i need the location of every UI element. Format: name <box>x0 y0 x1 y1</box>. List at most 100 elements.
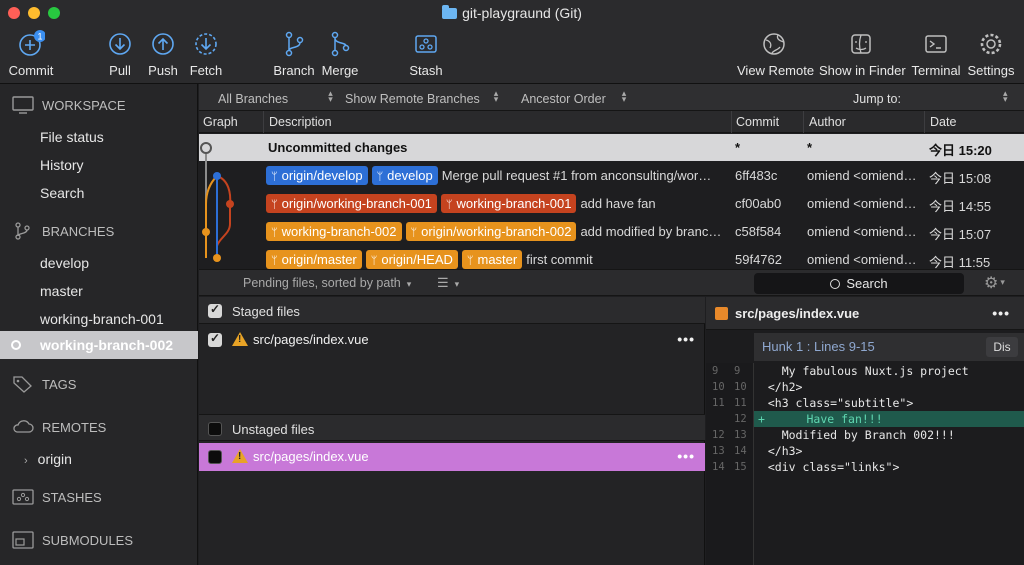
branch-tag[interactable]: ᛘ origin/HEAD <box>365 250 458 269</box>
fetch-button[interactable]: Fetch <box>188 30 224 78</box>
sidebar-item-develop[interactable]: develop <box>40 255 89 271</box>
branch-icon: ᛘ <box>271 171 278 183</box>
column-date[interactable]: Date <box>930 115 956 129</box>
new-line-number: 15 <box>734 461 747 473</box>
order-select[interactable]: Ancestor Order ▴ ▾ <box>521 89 626 107</box>
more-options-icon[interactable]: ••• <box>992 305 1010 321</box>
commit-date: 今日 15:07 <box>929 227 992 242</box>
remote-branches-select[interactable]: Show Remote Branches ▴ ▾ <box>345 88 499 107</box>
branch-tag[interactable]: ᛘ develop <box>371 166 438 185</box>
commit-description: first commit <box>526 252 593 267</box>
sidebar-item-history[interactable]: History <box>40 157 84 173</box>
sidebar-section-stashes[interactable]: STASHES <box>12 488 102 506</box>
commit-author: omiend <omiend… <box>807 224 917 239</box>
column-commit[interactable]: Commit <box>736 115 779 129</box>
view-remote-button[interactable]: View Remote <box>737 30 814 78</box>
stash-icon <box>12 489 34 505</box>
branch-tag[interactable]: ᛘ origin/working-branch-002 <box>405 222 577 241</box>
new-line-number: 9 <box>734 365 741 377</box>
diff-line: My fabulous Nuxt.js project <box>754 364 969 378</box>
sidebar-section-workspace[interactable]: WORKSPACE <box>12 96 126 114</box>
graph-node <box>202 228 210 236</box>
options-menu[interactable]: ⚙ ▾ <box>984 273 1005 293</box>
stash-icon <box>415 35 437 53</box>
jump-to-select[interactable]: Jump to: ▴ ▾ <box>853 89 1007 107</box>
sidebar-section-submodules[interactable]: SUBMODULES <box>12 531 133 549</box>
sidebar-item-working-branch-002[interactable]: working-branch-002 <box>0 331 198 359</box>
branch-tag[interactable]: ᛘ origin/master <box>266 250 362 269</box>
branch-tag[interactable]: ᛘ origin/develop <box>266 166 368 185</box>
gear-icon <box>980 33 1002 55</box>
more-options-icon[interactable]: ••• <box>677 331 695 347</box>
search-input[interactable]: Search <box>754 273 964 294</box>
commit-row-uncommitted[interactable]: Uncommitted changes * * 今日 15:20 <box>199 134 1024 161</box>
discard-hunk-button[interactable]: Dis <box>986 337 1018 357</box>
column-graph[interactable]: Graph <box>203 115 238 129</box>
finder-icon <box>851 34 871 54</box>
updown-chevron-icon: ▴ ▾ <box>493 88 499 104</box>
pull-button[interactable]: Pull <box>104 30 136 78</box>
old-line-number: 10 <box>712 381 725 393</box>
push-button[interactable]: Push <box>147 30 179 78</box>
terminal-button[interactable]: Terminal <box>910 30 962 78</box>
sidebar-item-search[interactable]: Search <box>40 185 84 201</box>
chevron-down-icon: ▾ <box>406 279 412 289</box>
branches-filter-select[interactable]: All Branches ▴ ▾ <box>218 89 333 107</box>
search-icon <box>830 279 841 289</box>
commit-row[interactable]: ᛘ working-branch-002 ᛘ origin/working-branc… <box>199 218 1024 245</box>
graph-node-uncommitted <box>200 142 212 154</box>
sidebar-item-origin[interactable]: › origin <box>24 451 72 467</box>
sidebar-item-working-branch-001[interactable]: working-branch-001 <box>40 311 164 327</box>
unstaged-files-header: Unstaged files <box>199 414 705 441</box>
diff-line-added: + Have fan!!! <box>754 411 1024 427</box>
file-status-pane: Staged files src/pages/index.vue ••• Uns… <box>199 297 705 565</box>
commit-button[interactable]: 1 Commit <box>8 30 54 78</box>
commit-description: add have fan <box>580 196 656 211</box>
cloud-icon <box>13 420 34 433</box>
unstaged-file-row[interactable]: src/pages/index.vue ••• <box>199 443 705 471</box>
toolbar: git-playgraund (Git) 1 Commit Pull Push … <box>0 0 1024 84</box>
branch-icon: ᛘ <box>376 171 384 183</box>
settings-button[interactable]: Settings <box>967 30 1015 78</box>
pending-sort-select[interactable]: Pending files, sorted by path ▾ <box>243 276 411 290</box>
pull-icon <box>109 33 131 55</box>
branch-tag[interactable]: ᛘ working-branch-001 <box>440 194 577 213</box>
branch-tag[interactable]: ᛘ master <box>461 250 523 269</box>
new-line-number: 11 <box>734 397 747 409</box>
show-in-finder-button[interactable]: Show in Finder <box>819 30 906 78</box>
commit-row[interactable]: ᛘ origin/develop ᛘ develop Merge pull reques… <box>199 162 1024 189</box>
staged-file-checkbox[interactable] <box>208 331 222 347</box>
staged-all-checkbox[interactable] <box>208 302 222 318</box>
sidebar-item-file-status[interactable]: File status <box>40 129 104 145</box>
file-path: src/pages/index.vue <box>253 449 369 464</box>
stash-button[interactable]: Stash <box>408 30 444 78</box>
new-line-number: 12 <box>734 413 747 425</box>
sidebar-item-master[interactable]: master <box>40 283 83 299</box>
old-line-number: 9 <box>712 365 719 377</box>
commit-author: omiend <omiend… <box>807 252 917 267</box>
column-description[interactable]: Description <box>269 115 332 129</box>
more-options-icon[interactable]: ••• <box>677 448 695 464</box>
diff-line: Modified by Branch 002!!! <box>754 428 955 442</box>
chevron-right-icon[interactable]: › <box>24 455 28 467</box>
branch-button[interactable]: Branch <box>273 30 315 78</box>
staged-files-header: Staged files <box>199 297 705 324</box>
filter-bar: All Branches ▴ ▾ Show Remote Branches ▴ ▾ An… <box>199 84 1024 111</box>
branch-tag[interactable]: ᛘ origin/working-branch-001 <box>266 194 437 213</box>
merge-button[interactable]: Merge <box>321 30 359 78</box>
column-author[interactable]: Author <box>809 115 846 129</box>
branch-icon: ᛘ <box>410 227 418 239</box>
old-line-number: 14 <box>712 461 725 473</box>
unstaged-all-checkbox[interactable] <box>208 422 222 436</box>
sidebar-section-branches[interactable]: BRANCHES <box>12 222 114 240</box>
commit-row[interactable]: ᛘ origin/working-branch-001 ᛘ working-branc… <box>199 190 1024 217</box>
diff-line: <div class="links"> <box>754 460 900 474</box>
commit-table-header: Graph Description Commit Author Date <box>199 111 1024 133</box>
sidebar-section-tags[interactable]: TAGS <box>12 375 76 393</box>
file-path: src/pages/index.vue <box>253 332 369 347</box>
staged-file-row[interactable]: src/pages/index.vue ••• <box>199 326 705 354</box>
unstaged-file-checkbox[interactable] <box>208 450 222 464</box>
sidebar-section-remotes[interactable]: REMOTES <box>12 418 106 436</box>
branch-tag[interactable]: ᛘ working-branch-002 <box>266 222 402 241</box>
view-mode-select[interactable]: ☰ ▾ <box>437 275 459 291</box>
